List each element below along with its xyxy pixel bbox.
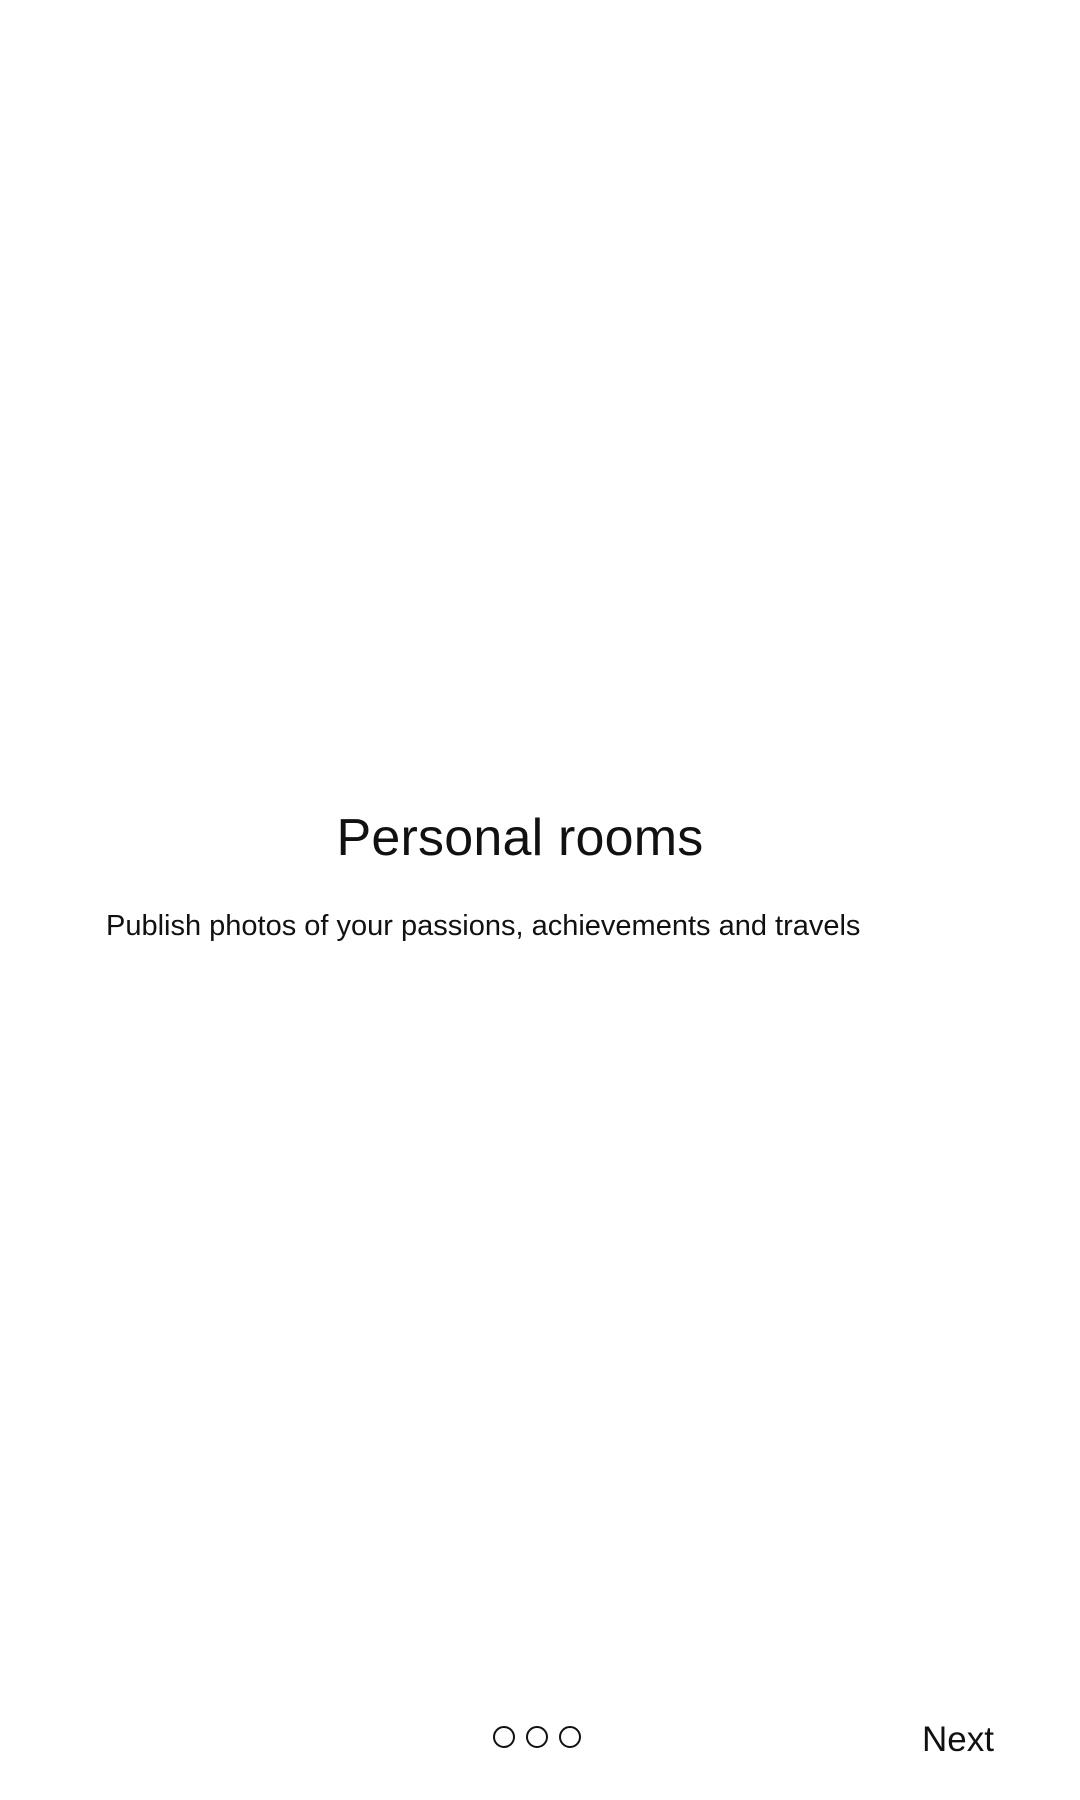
page-indicator-dot-2-icon xyxy=(526,1726,548,1748)
page-indicator xyxy=(493,1722,581,1752)
onboarding-screen: Personal rooms Publish photos of your pa… xyxy=(0,0,1080,1800)
onboarding-title: Personal rooms xyxy=(336,809,704,867)
onboarding-subtitle: Publish photos of your passions, achieve… xyxy=(106,910,861,942)
next-button[interactable]: Next xyxy=(908,1712,1008,1768)
page-indicator-dot-3-icon xyxy=(559,1726,581,1748)
page-indicator-dot-1-icon xyxy=(493,1726,515,1748)
